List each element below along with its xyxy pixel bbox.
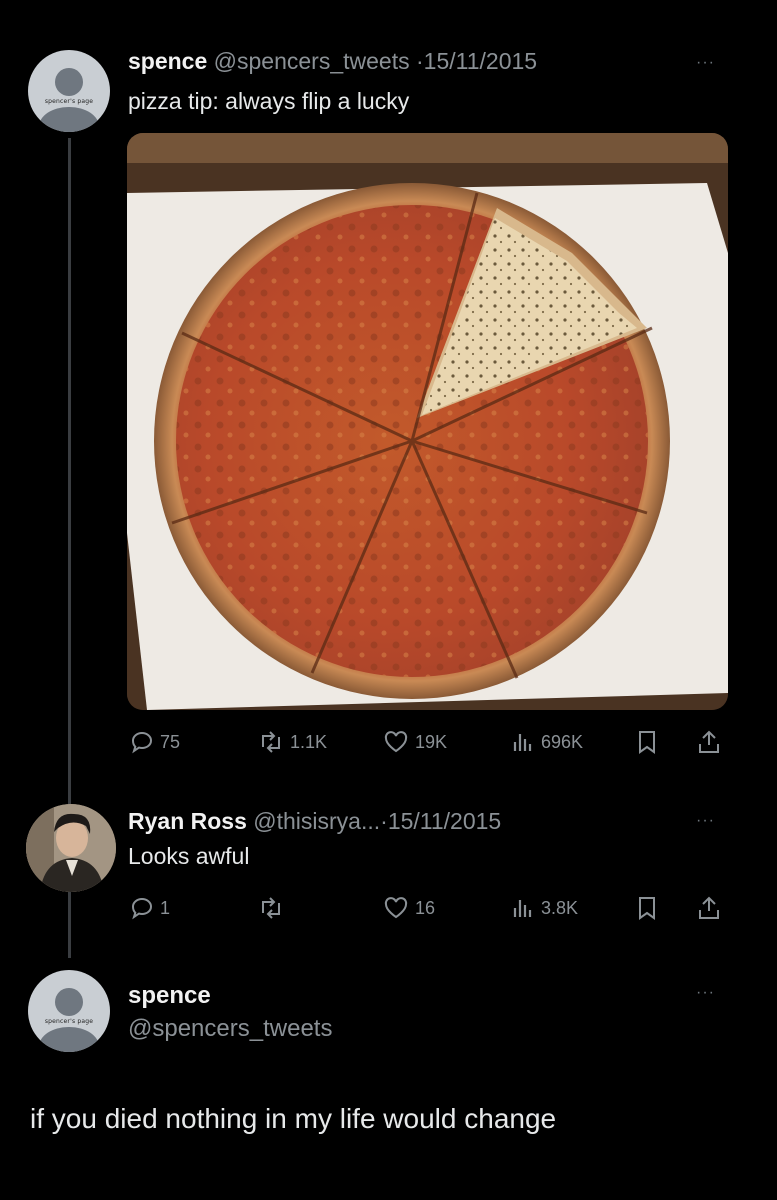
repost-icon xyxy=(262,731,280,753)
share-button[interactable] xyxy=(697,729,721,755)
more-icon[interactable]: ··· xyxy=(696,54,715,72)
share-icon xyxy=(699,730,719,753)
reply-button[interactable]: 1 xyxy=(130,896,170,920)
avatar-spence[interactable]: spencer's page xyxy=(28,50,110,132)
avatar-spence[interactable]: spencer's page xyxy=(28,970,110,1052)
handle[interactable]: @thisisrya... xyxy=(253,808,380,834)
views-count: 696K xyxy=(541,731,584,752)
like-count: 16 xyxy=(415,897,436,918)
like-button[interactable]: 19K xyxy=(383,730,447,754)
tweet-date[interactable]: 15/11/2015 xyxy=(388,808,501,834)
views-button[interactable]: 696K xyxy=(511,730,583,754)
like-count: 19K xyxy=(415,731,448,752)
repost-button[interactable]: 1.1K xyxy=(258,730,327,754)
share-icon xyxy=(699,896,719,919)
tweet-text: if you died nothing in my life would cha… xyxy=(30,1103,557,1134)
reply-button[interactable]: 75 xyxy=(130,730,180,754)
views-icon xyxy=(513,734,532,751)
reply-icon xyxy=(131,731,153,754)
tweet2-header: Ryan Ross @thisisrya...·15/11/2015 xyxy=(128,808,501,835)
display-name[interactable]: Ryan Ross xyxy=(128,808,247,834)
tweet1-header: spence @spencers_tweets ·15/11/2015 xyxy=(128,48,537,75)
avatar-tag: spencer's page xyxy=(44,1017,94,1025)
like-icon xyxy=(384,897,408,919)
views-icon xyxy=(513,900,532,917)
bookmark-button[interactable] xyxy=(636,896,658,920)
tweet-text: Looks awful xyxy=(128,843,250,869)
reply-count: 1 xyxy=(160,897,171,918)
views-button[interactable]: 3.8K xyxy=(511,896,578,920)
reply-count: 75 xyxy=(160,731,181,752)
more-icon[interactable]: ··· xyxy=(696,984,715,1002)
repost-count: 1.1K xyxy=(290,731,328,752)
views-count: 3.8K xyxy=(541,897,579,918)
separator: · xyxy=(416,48,424,74)
like-button[interactable]: 16 xyxy=(383,896,435,920)
repost-icon xyxy=(262,897,280,919)
bookmark-icon xyxy=(639,897,655,920)
handle[interactable]: @spencers_tweets xyxy=(128,1015,332,1043)
bookmark-button[interactable] xyxy=(636,730,658,754)
reply-icon xyxy=(131,897,153,920)
more-icon[interactable]: ··· xyxy=(696,812,715,830)
pizza-photo[interactable] xyxy=(127,133,728,710)
handle[interactable]: @spencers_tweets xyxy=(214,48,410,74)
bookmark-icon xyxy=(639,731,655,754)
repost-button[interactable] xyxy=(258,896,290,920)
avatar-ryan-ross[interactable] xyxy=(26,804,116,892)
display-name[interactable]: spence xyxy=(128,48,207,74)
separator: · xyxy=(380,808,388,834)
avatar-photo xyxy=(26,804,116,892)
display-name[interactable]: spence xyxy=(128,982,211,1010)
pizza-image xyxy=(127,133,728,710)
tweet-text: pizza tip: always flip a lucky xyxy=(128,88,410,114)
share-button[interactable] xyxy=(697,895,721,921)
avatar-tag: spencer's page xyxy=(44,97,94,105)
tweet-date[interactable]: 15/11/2015 xyxy=(424,48,537,74)
like-icon xyxy=(384,731,408,753)
